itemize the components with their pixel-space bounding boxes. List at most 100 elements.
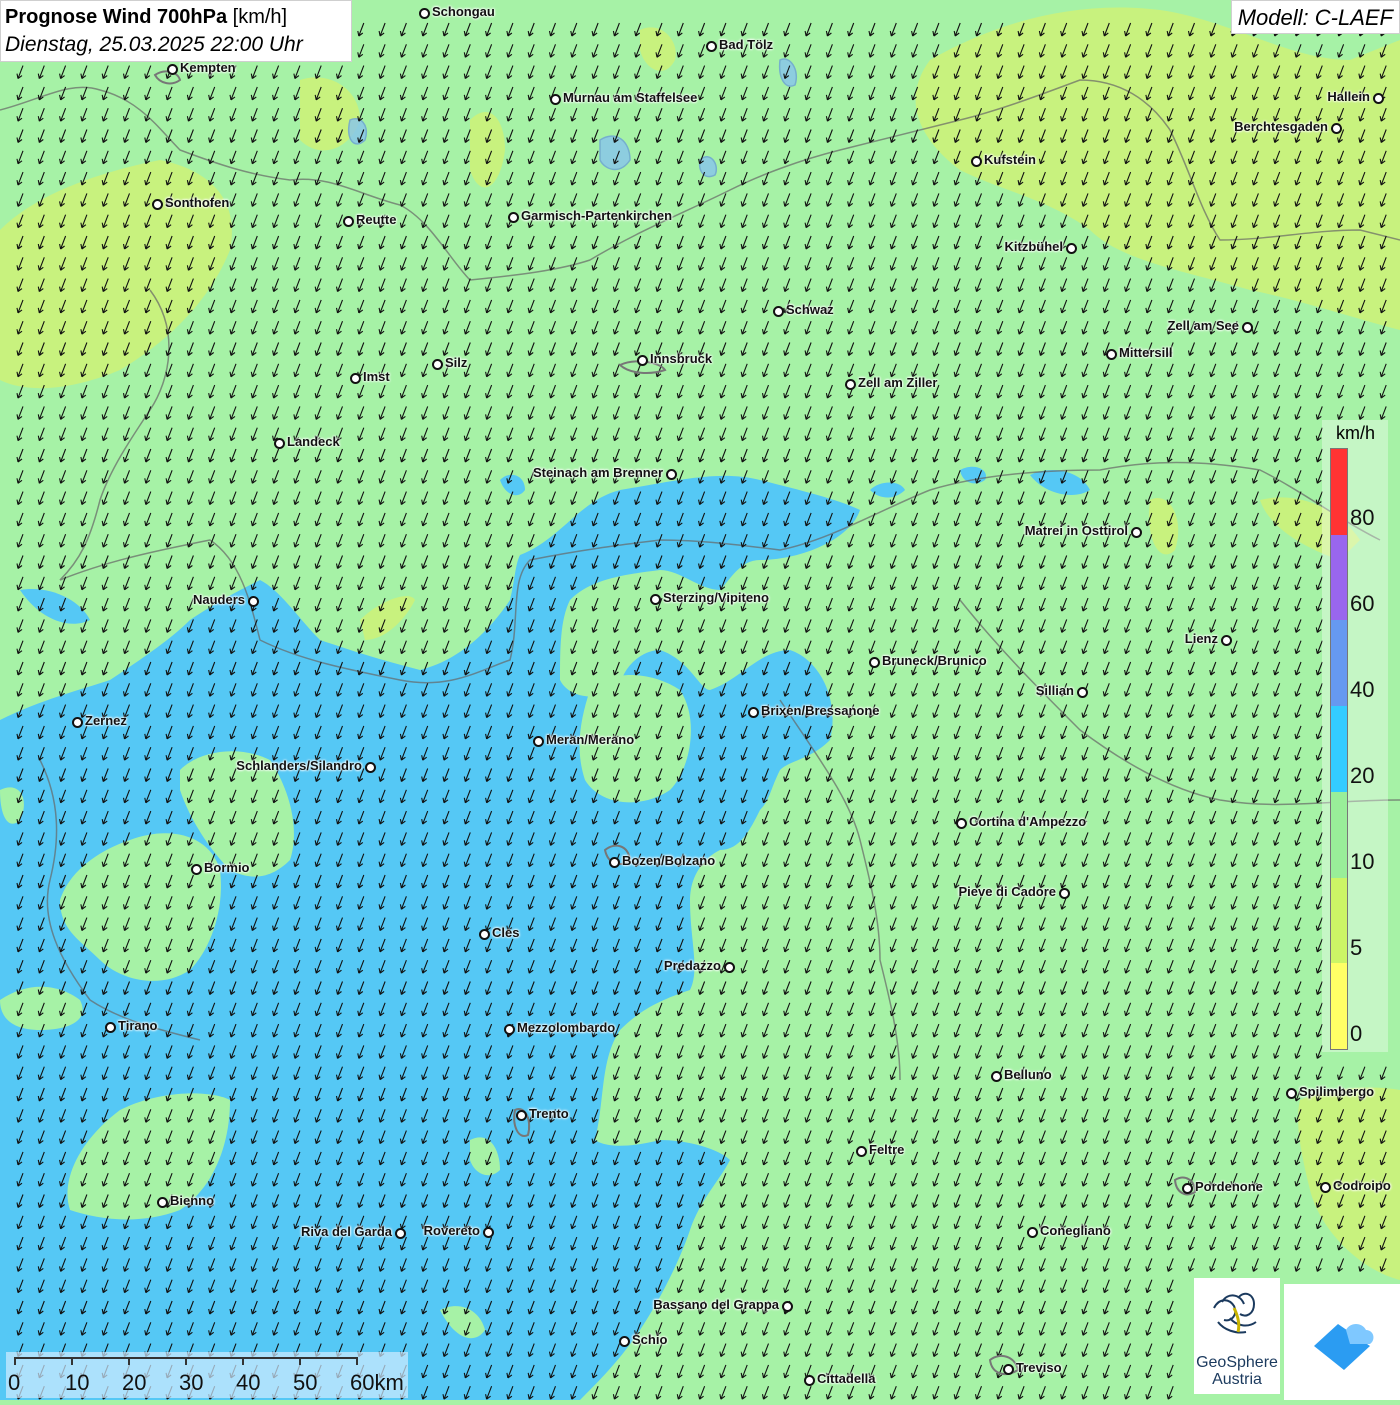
- city-label: Bienno: [170, 1193, 215, 1208]
- city-marker: [1286, 1088, 1297, 1099]
- city-label: Schio: [632, 1332, 668, 1347]
- geosphere-name: GeoSphere Austria: [1194, 1354, 1280, 1388]
- city-label: Landeck: [287, 434, 340, 449]
- city-marker: [395, 1228, 406, 1239]
- title-box: Prognose Wind 700hPa [km/h] Dienstag, 25…: [0, 0, 352, 62]
- city-marker: [869, 657, 880, 668]
- city-label: Kempten: [180, 60, 236, 75]
- scale-label: 50: [293, 1370, 318, 1395]
- city-label: Mezzolombardo: [517, 1020, 616, 1035]
- city-label: Reutte: [356, 212, 397, 227]
- city-label: Mittersill: [1119, 345, 1173, 360]
- legend-tick-label: 60: [1350, 591, 1375, 616]
- city-marker: [804, 1375, 815, 1386]
- city-marker: [637, 355, 648, 366]
- app-logo: [1284, 1284, 1400, 1400]
- city-label: Meran/Merano: [546, 732, 635, 747]
- city-marker: [1059, 888, 1070, 899]
- city-marker: [1027, 1227, 1038, 1238]
- city-label: Schwaz: [786, 302, 834, 317]
- legend-unit: km/h: [1336, 423, 1376, 443]
- legend-segment: [1331, 449, 1347, 535]
- city-label: Zell am See: [1167, 318, 1239, 333]
- city-label: Imst: [363, 369, 390, 384]
- scale-tick: [14, 1357, 16, 1365]
- city-marker: [1003, 1364, 1014, 1375]
- city-label: Bozen/Bolzano: [622, 853, 716, 868]
- city-marker: [1077, 687, 1088, 698]
- model-label: Modell: C-LAEF: [1230, 0, 1400, 34]
- scale-tick: [356, 1357, 358, 1365]
- city-marker: [504, 1024, 515, 1035]
- city-label: Rovereto: [423, 1223, 480, 1238]
- title-bold: Prognose Wind 700hPa: [5, 6, 228, 28]
- city-marker: [508, 212, 519, 223]
- city-label: Predazzo: [663, 958, 721, 973]
- city-label: Bruneck/Brunico: [882, 653, 987, 668]
- scale-label: 40: [236, 1370, 261, 1395]
- city-marker: [856, 1146, 867, 1157]
- city-marker: [191, 864, 202, 875]
- city-label: Kufstein: [984, 152, 1036, 167]
- legend-tick-label: 0: [1350, 1021, 1363, 1046]
- city-marker: [1221, 635, 1232, 646]
- legend-segment: [1331, 620, 1347, 707]
- city-marker: [533, 736, 544, 747]
- city-label: Steinach am Brenner: [532, 465, 663, 480]
- legend-tick-label: 5: [1350, 935, 1363, 960]
- city-marker: [706, 41, 717, 52]
- city-marker: [1331, 123, 1342, 134]
- city-marker: [773, 306, 784, 317]
- city-label: Murnau am Staffelsee: [563, 90, 698, 105]
- city-label: Schongau: [432, 4, 495, 19]
- city-label: Sillian: [1035, 683, 1074, 698]
- city-marker: [1131, 527, 1142, 538]
- city-marker: [167, 64, 178, 75]
- city-label: Berchtesgaden: [1234, 119, 1328, 134]
- city-marker: [1373, 93, 1384, 104]
- legend-tick-label: 20: [1350, 763, 1375, 788]
- city-marker: [971, 156, 982, 167]
- city-label: Pordenone: [1195, 1179, 1263, 1194]
- title-line: Prognose Wind 700hPa [km/h]: [5, 3, 347, 31]
- scale-label: 0: [8, 1370, 21, 1395]
- legend-tick-label: 40: [1350, 677, 1375, 702]
- scale-label: 30: [179, 1370, 204, 1395]
- city-marker: [419, 8, 430, 19]
- city-label: Zell am Ziller: [858, 375, 938, 390]
- legend-tick-label: 10: [1350, 849, 1375, 874]
- city-label: Feltre: [869, 1142, 905, 1157]
- scale-tick: [299, 1357, 301, 1365]
- city-label: Nauders: [192, 592, 245, 607]
- city-marker: [1066, 243, 1077, 254]
- legend-segment: [1331, 534, 1347, 621]
- city-label: Bassano del Grappa: [653, 1297, 779, 1312]
- title-unit: [km/h]: [232, 6, 288, 28]
- city-marker: [350, 373, 361, 384]
- wetter-app-icon: [1314, 1324, 1374, 1370]
- city-label: Bormio: [204, 860, 250, 875]
- city-marker: [432, 359, 443, 370]
- city-label: Cortina d'Ampezzo: [969, 814, 1087, 829]
- city-label: Codroipo: [1333, 1178, 1391, 1193]
- city-marker: [782, 1301, 793, 1312]
- city-marker: [72, 717, 83, 728]
- city-label: Cittadella: [817, 1371, 876, 1386]
- city-label: Schlanders/Silandro: [236, 758, 362, 773]
- geosphere-emblem-icon: [1213, 1292, 1257, 1334]
- city-label: Silz: [445, 355, 468, 370]
- scale-tick: [185, 1357, 187, 1365]
- city-label: Brixen/Bressanone: [761, 703, 880, 718]
- scale-label: 20: [122, 1370, 147, 1395]
- city-marker: [343, 216, 354, 227]
- city-marker: [845, 379, 856, 390]
- city-label: Sterzing/Vipiteno: [663, 590, 769, 605]
- city-label: Trento: [529, 1106, 569, 1121]
- legend-segment: [1331, 706, 1347, 792]
- city-marker: [483, 1227, 494, 1238]
- city-label: Garmisch-Partenkirchen: [521, 208, 673, 223]
- legend-segment: [1331, 877, 1347, 964]
- scale-label: 10: [65, 1370, 90, 1395]
- city-label: Treviso: [1016, 1360, 1062, 1375]
- city-marker: [724, 962, 735, 973]
